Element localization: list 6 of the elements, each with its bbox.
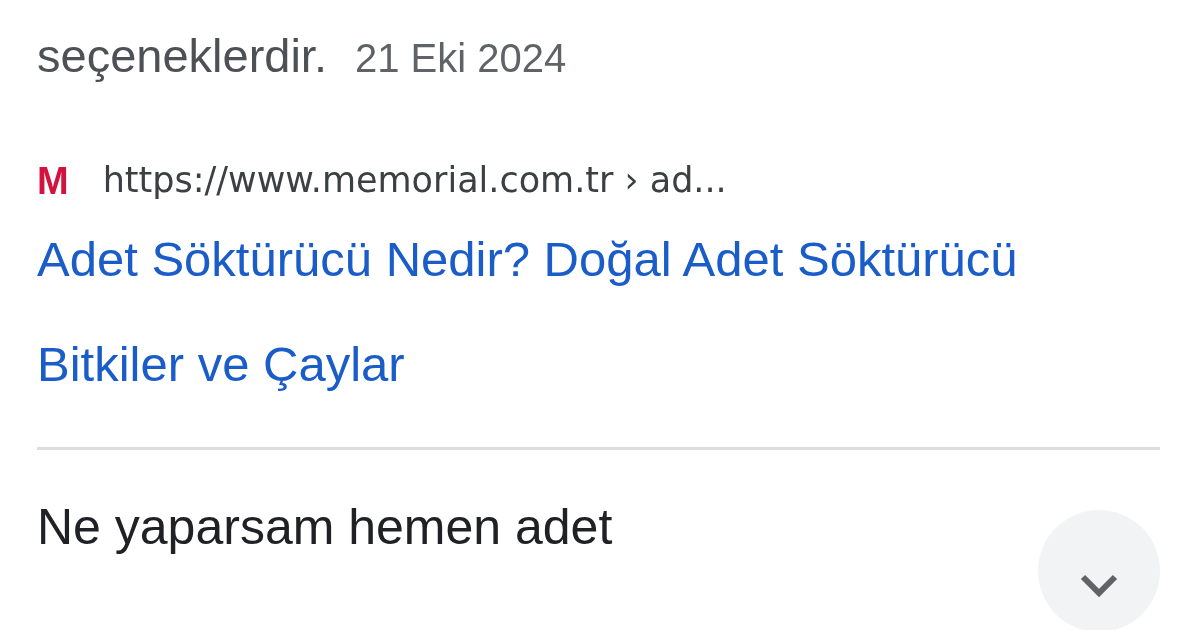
- result-url[interactable]: https://www.memorial.com.tr › ad...: [102, 154, 727, 207]
- question-text: Ne yaparsam hemen adet: [37, 499, 613, 557]
- result-title-link[interactable]: Adet Söktürücü Nedir? Doğal Adet Söktürücü Bitkiler ve Çaylar: [37, 206, 1047, 417]
- site-logo: M: [37, 161, 69, 200]
- result-date: 21 Eki 2024: [355, 36, 567, 80]
- snippet-text: seçeneklerdir.: [37, 29, 327, 82]
